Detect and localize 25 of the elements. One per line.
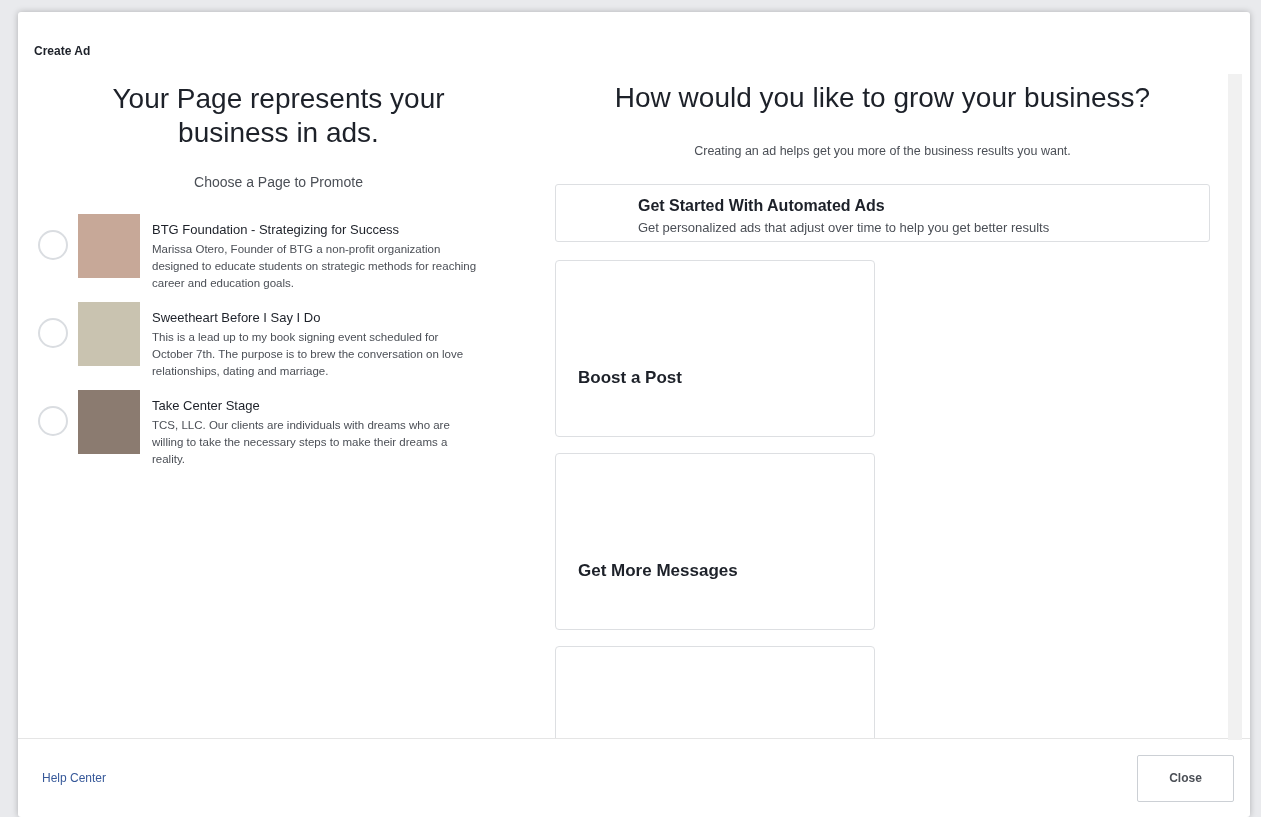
page-description: This is a lead up to my book signing event scheduled for October 7th. The purpose is to brew the conversation on love relationships, dating and marriage. [152, 330, 465, 379]
section-subheading: Creating an ad helps get you more of the business results you want. [694, 144, 1071, 158]
section-heading: Your Page represents your business in ads. [111, 82, 446, 150]
goal-card[interactable]: Boost a Post [555, 260, 875, 437]
section-heading: How would you like to grow your business? [614, 82, 1151, 114]
dialog-title: Create Ad [33, 43, 92, 60]
photo-placeholder [78, 390, 140, 454]
close-button[interactable]: Close [1137, 754, 1234, 802]
card-description: Get personalized ads that adjust over time to help you get better results [638, 219, 1051, 237]
radio-button[interactable] [38, 230, 68, 260]
radio-button[interactable] [38, 318, 68, 348]
page-name: BTG Foundation - Strategizing for Success [152, 222, 401, 237]
card-title: Get Started With Automated Ads [638, 197, 886, 215]
help-center-link[interactable]: Help Center [42, 771, 107, 785]
automated-ads-card[interactable]: Get Started With Automated Ads Get personalized ads that adjust over time to help you get better results [555, 184, 1210, 242]
radio-button[interactable] [38, 406, 68, 436]
section-subheading: Choose a Page to Promote [194, 174, 363, 190]
scrollbar[interactable] [1228, 74, 1242, 740]
photo-placeholder [78, 302, 140, 366]
page-description: TCS, LLC. Our clients are individuals with dreams who are willing to take the necessary steps to make their dreams a reality. [152, 418, 451, 467]
page-name: Sweetheart Before I Say I Do [152, 310, 322, 325]
page-name: Take Center Stage [152, 398, 261, 413]
page-description: Marissa Otero, Founder of BTG a non-profit organization designed to educate students on strategic methods for reaching career and education goals. [152, 242, 478, 291]
photo-placeholder [78, 214, 140, 278]
goal-card[interactable]: Get More Messages [555, 453, 875, 630]
